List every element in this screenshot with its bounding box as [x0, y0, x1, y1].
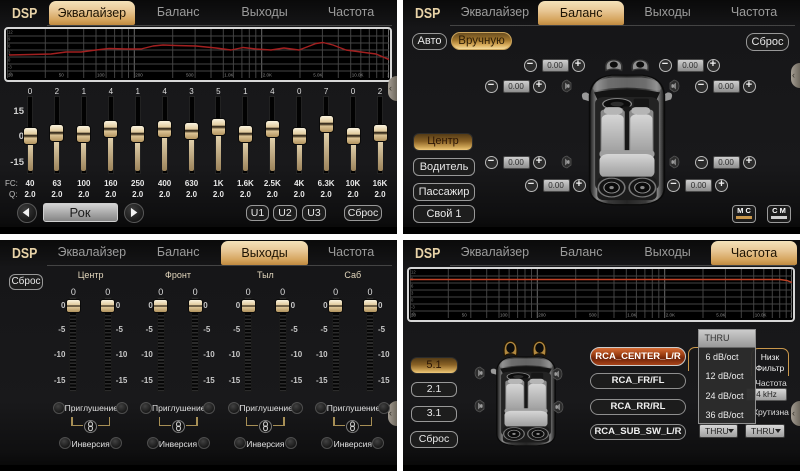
svg-text:9: 9 [8, 37, 11, 42]
svg-text:500: 500 [186, 73, 194, 78]
svg-text:0: 0 [8, 58, 11, 63]
svg-text:-3: -3 [8, 65, 12, 70]
svg-text:5.0K: 5.0K [313, 73, 322, 78]
svg-text:6: 6 [8, 44, 11, 49]
svg-text:100: 100 [97, 73, 105, 78]
svg-text:50: 50 [59, 73, 65, 78]
svg-text:2.0K: 2.0K [263, 73, 272, 78]
svg-text:1.0K: 1.0K [224, 73, 233, 78]
svg-text:20.0K: 20.0K [387, 73, 389, 78]
svg-text:200: 200 [135, 73, 143, 78]
svg-text:10.0K: 10.0K [352, 73, 364, 78]
svg-text:12: 12 [8, 30, 13, 35]
